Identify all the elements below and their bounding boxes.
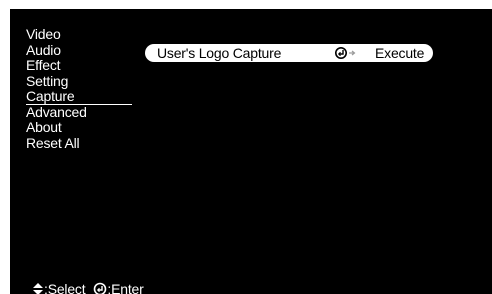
key-hints: :Select :Enter xyxy=(32,281,144,294)
users-logo-capture-label: User's Logo Capture xyxy=(157,45,282,61)
menu-item-audio[interactable]: Audio xyxy=(26,42,132,59)
main-menu: Video Audio Effect Setting Capture Advan… xyxy=(26,26,132,152)
menu-item-setting[interactable]: Setting xyxy=(26,73,132,90)
enter-icon xyxy=(94,282,107,294)
menu-item-effect[interactable]: Effect xyxy=(26,57,132,74)
enter-hint-label: :Enter xyxy=(107,281,144,294)
menu-item-advanced[interactable]: Advanced xyxy=(26,104,132,121)
menu-item-about[interactable]: About xyxy=(26,119,132,136)
up-down-arrow-icon xyxy=(33,283,43,294)
menu-item-capture[interactable]: Capture xyxy=(26,88,132,105)
projector-menu-screen: Video Audio Effect Setting Capture Advan… xyxy=(10,9,492,294)
menu-item-video[interactable]: Video xyxy=(26,26,132,43)
menu-item-reset-all[interactable]: Reset All xyxy=(26,135,132,152)
execute-label: Execute xyxy=(375,45,425,61)
users-logo-capture-row[interactable]: User's Logo Capture Execute xyxy=(145,44,433,62)
enter-icon xyxy=(335,47,356,59)
select-hint-label: :Select xyxy=(44,281,86,294)
